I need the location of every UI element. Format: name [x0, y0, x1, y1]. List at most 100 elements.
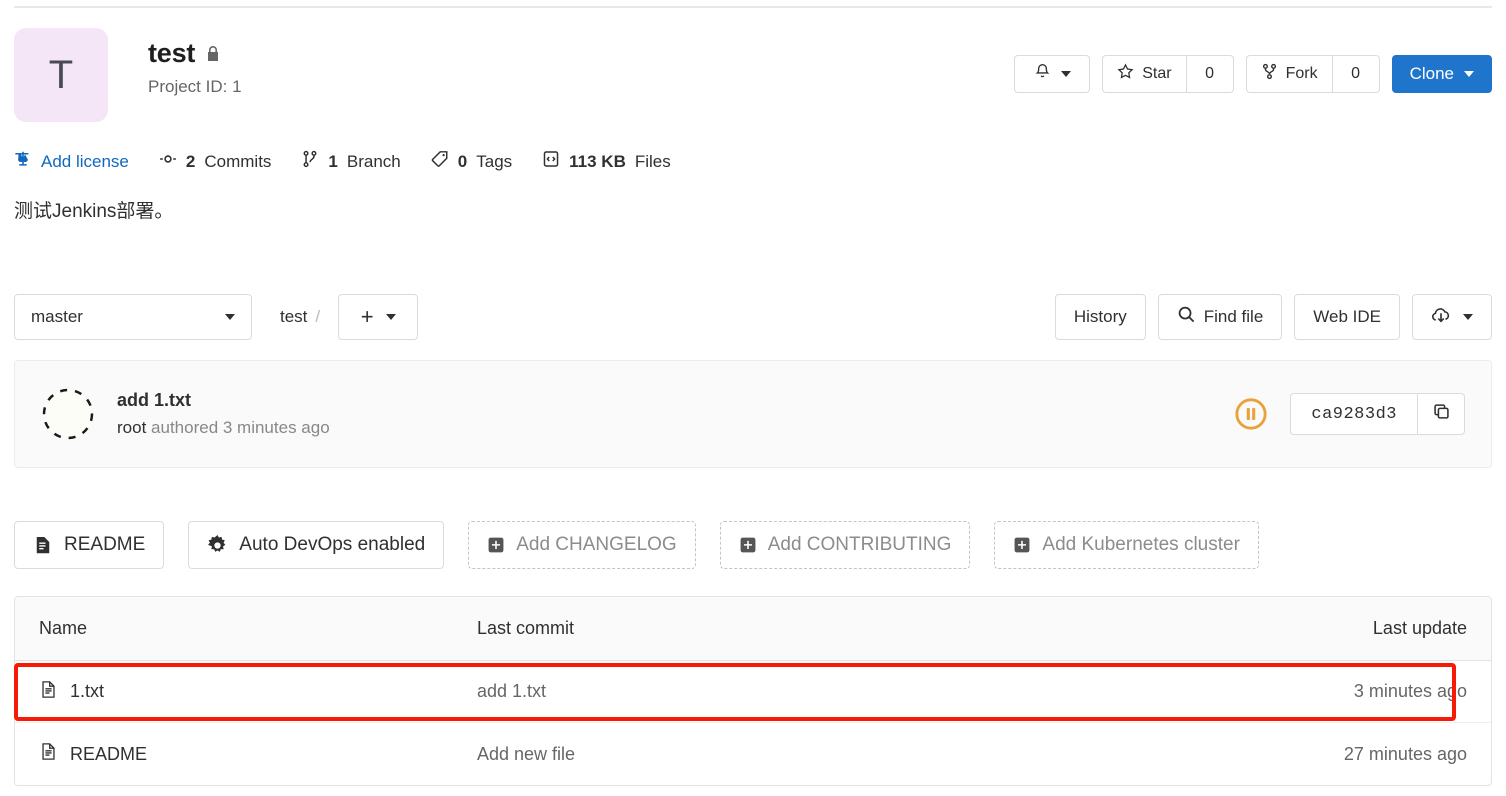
breadcrumb-root[interactable]: test: [280, 307, 307, 327]
commit-meta: root authored 3 minutes ago: [117, 418, 330, 438]
file-last-commit[interactable]: Add new file: [477, 744, 1191, 765]
copy-sha-button[interactable]: [1417, 393, 1465, 435]
bell-icon: [1034, 63, 1051, 85]
star-label: Star: [1142, 65, 1172, 82]
quick-action-label: Add Kubernetes cluster: [1042, 534, 1240, 555]
files-table-header: Name Last commit Last update: [15, 597, 1491, 661]
file-last-update: 3 minutes ago: [1353, 681, 1467, 701]
history-button[interactable]: History: [1054, 294, 1146, 340]
web-ide-button[interactable]: Web IDE: [1294, 294, 1400, 340]
stat-branches[interactable]: 1 Branch: [301, 150, 401, 173]
table-row[interactable]: 1.txt add 1.txt 3 minutes ago: [15, 661, 1491, 723]
stat-tags[interactable]: 0 Tags: [431, 150, 512, 173]
commit-author[interactable]: root: [117, 418, 146, 437]
stat-value: 113 KB: [569, 151, 626, 171]
project-title-block: test Project ID: 1: [148, 28, 242, 97]
lock-icon: [205, 45, 221, 63]
project-header-actions: Star 0 Fork 0 Clone: [1014, 55, 1492, 93]
stat-label: Branch: [346, 151, 401, 171]
add-to-tree-button[interactable]: +: [338, 294, 419, 340]
readme-button[interactable]: README: [14, 521, 165, 569]
page-title: test: [148, 38, 196, 68]
find-file-label: Find file: [1203, 307, 1264, 326]
table-row[interactable]: README Add new file 27 minutes ago: [15, 723, 1491, 785]
file-last-update: 27 minutes ago: [1343, 743, 1467, 764]
stat-value: 1: [328, 151, 338, 171]
stat-label: Add license: [41, 151, 129, 171]
file-name-cell: 1.txt: [15, 680, 477, 704]
stat-label: Commits: [204, 151, 272, 171]
column-header-last-update: Last update: [1372, 618, 1467, 638]
clone-label: Clone: [1409, 64, 1454, 83]
add-contributing-button[interactable]: Add CONTRIBUTING: [719, 521, 971, 569]
clone-button[interactable]: Clone: [1391, 55, 1492, 93]
auto-devops-button[interactable]: Auto DevOps enabled: [188, 521, 445, 569]
star-icon: [1117, 63, 1134, 85]
commit-text: add 1.txt root authored 3 minutes ago: [117, 390, 330, 438]
repository-controls: master test / + History Find file Web ID…: [14, 294, 1492, 340]
stat-add-license[interactable]: Add license: [14, 150, 129, 173]
stat-label: Files: [634, 151, 671, 171]
star-button[interactable]: Star: [1102, 55, 1186, 93]
stat-label: Tags: [476, 151, 513, 171]
commit-sha[interactable]: ca9283d3: [1290, 393, 1417, 435]
quick-action-label: Auto DevOps enabled: [239, 534, 426, 555]
download-dropdown-button[interactable]: [1412, 294, 1492, 340]
project-description: 测试Jenkins部署。: [14, 201, 174, 222]
fork-button[interactable]: Fork: [1245, 55, 1332, 93]
add-changelog-button[interactable]: Add CHANGELOG: [468, 521, 696, 569]
column-header-last-commit: Last commit: [477, 618, 575, 638]
chevron-down-icon: [225, 314, 235, 320]
plus-square-icon: [739, 536, 757, 554]
pipeline-paused-icon[interactable]: [1234, 397, 1268, 431]
commit-right-actions: ca9283d3: [1234, 393, 1465, 435]
plus-square-icon: [487, 536, 505, 554]
search-icon: [1177, 305, 1196, 329]
top-divider: [14, 6, 1492, 8]
project-stats: Add license 2 Commits 1 Branch 0 Tags 11…: [14, 150, 671, 173]
stat-value: 2: [185, 151, 196, 171]
commit-title[interactable]: add 1.txt: [117, 390, 330, 411]
commit-sha-group: ca9283d3: [1290, 393, 1465, 435]
web-ide-label: Web IDE: [1313, 307, 1381, 326]
quick-action-label: Add CONTRIBUTING: [767, 534, 952, 555]
commit-author-avatar: [41, 387, 95, 441]
last-commit-panel: add 1.txt root authored 3 minutes ago ca…: [14, 360, 1492, 468]
gear-icon: [207, 534, 228, 556]
star-button-group: Star 0: [1102, 55, 1234, 93]
file-doc-icon: [33, 535, 53, 555]
chevron-down-icon: [1060, 71, 1071, 77]
file-name-link[interactable]: README: [70, 744, 147, 765]
stat-value: 0: [457, 151, 468, 171]
commit-meta-suffix: authored 3 minutes ago: [151, 418, 330, 437]
stat-commits[interactable]: 2 Commits: [159, 150, 272, 173]
quick-action-label: README: [64, 534, 146, 555]
copy-icon: [1432, 402, 1451, 426]
file-last-commit[interactable]: add 1.txt: [477, 681, 1191, 702]
find-file-button[interactable]: Find file: [1157, 294, 1283, 340]
star-count[interactable]: 0: [1185, 55, 1234, 93]
gitlab-project-page: T test Project ID: 1 Star 0 Fork 0 Clone…: [0, 0, 1506, 796]
add-kubernetes-cluster-button[interactable]: Add Kubernetes cluster: [994, 521, 1259, 569]
plus-icon: +: [360, 304, 374, 329]
chevron-down-icon: [1464, 71, 1474, 77]
file-icon: [39, 680, 58, 704]
commit-icon: [159, 150, 177, 173]
repository-toolbar: History Find file Web IDE: [1054, 294, 1492, 340]
project-id-label: Project ID: 1: [148, 77, 242, 96]
breadcrumb-separator: /: [315, 307, 321, 326]
stat-files[interactable]: 113 KB Files: [542, 150, 671, 173]
quick-actions: README Auto DevOps enabled Add CHANGELOG: [14, 521, 1492, 569]
tag-icon: [431, 150, 449, 173]
project-avatar: T: [14, 28, 108, 122]
files-table: Name Last commit Last update 1.txt add 1…: [14, 596, 1492, 786]
chevron-down-icon: [1463, 314, 1473, 320]
column-header-name: Name: [39, 618, 88, 638]
branch-selector[interactable]: master: [14, 294, 252, 340]
breadcrumb: test /: [280, 307, 320, 327]
fork-count[interactable]: 0: [1331, 55, 1380, 93]
quick-action-label: Add CHANGELOG: [516, 534, 677, 555]
file-icon: [39, 742, 58, 766]
notification-dropdown-button[interactable]: [1014, 55, 1091, 93]
file-name-link[interactable]: 1.txt: [70, 681, 104, 702]
